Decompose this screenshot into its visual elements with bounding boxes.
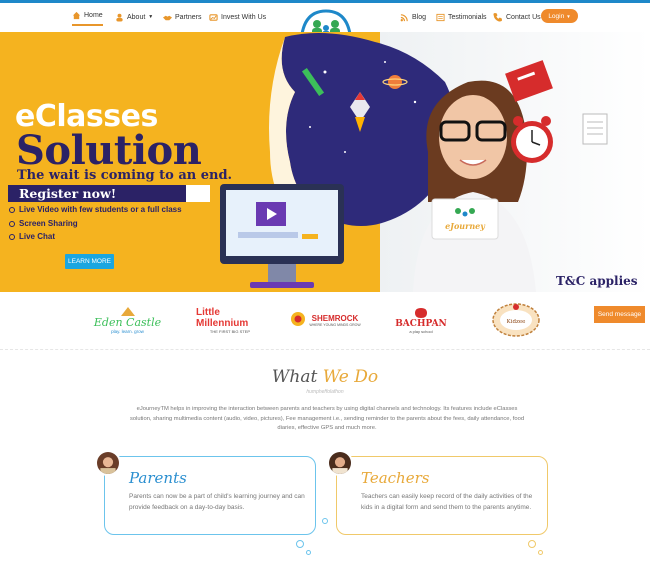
partner-logo-bachpan[interactable]: BACHPAN a play school [392,300,450,340]
decor-bubble [322,518,328,524]
section-tagline: humpheffolafhon [306,389,344,395]
hero-banner: eJourney eClasses Solution The wait is c… [0,32,650,292]
feature-item: Live Chat [9,232,55,241]
nav-contact[interactable]: Contact Us [492,8,541,26]
nav-blog-label: Blog [412,13,427,21]
partner-logo-little-millennium[interactable]: Little Millennium THE FIRST BIG STEP [196,300,264,340]
decor-bubble [296,540,304,548]
nav-about-label: About [127,13,146,21]
badge-logo: Kidzee [492,303,540,337]
teacher-avatar [327,450,353,476]
login-button[interactable]: Login ▼ [541,9,578,23]
feature-label: Live Chat [19,232,56,241]
learn-more-button[interactable]: LEARN MORE [65,254,114,269]
card-text: Parents can now be a part of child's lea… [129,493,305,511]
hero-title-line2: Solution [16,127,202,174]
clock-icon [511,116,553,163]
partner-name: BACHPAN [395,318,447,329]
register-label: Register now! [19,186,117,201]
decor-bubble [528,540,536,548]
partner-logo-eden-castle[interactable]: Eden Castle play. learn. grow [90,300,165,340]
rss-icon [400,13,408,21]
section-title-word2: We Do [322,367,379,387]
card-logo-text: eJourney [445,221,486,231]
partner-name: Kidzee [507,319,526,325]
partners-strip: Eden Castle play. learn. grow Little Mil… [0,292,650,350]
feature-item: Live Video with few students or a full c… [9,205,182,214]
user-icon [116,13,123,22]
home-icon [72,11,81,19]
flower-icon [291,312,305,326]
what-we-do-section: What We Do humpheffolafhon eJourneyTM he… [0,350,650,570]
nav-blog[interactable]: Blog [400,8,426,26]
feature-label: Screen Sharing [19,219,78,228]
ejourney-card: eJourney [431,198,499,240]
partner-name: Eden Castle [93,316,162,329]
nav-invest-label: Invest With Us [221,13,267,21]
nav-about[interactable]: About ▼ [115,8,153,26]
login-label: Login [548,12,565,20]
top-navigation: Home About ▼ Partners Invest With Us eJo… [0,3,650,50]
handshake-icon [163,15,172,20]
phone-icon [493,12,502,22]
invest-icon [209,13,218,21]
register-tail [186,185,210,202]
circle-bullet-icon [9,220,15,227]
book-icon [505,60,553,102]
partner-tagline: play. learn. grow [111,329,144,334]
send-message-button[interactable]: Send message [594,306,645,323]
section-description: eJourneyTM helps in improving the intera… [129,406,525,431]
feature-label: Live Video with few students or a full c… [19,205,182,214]
monitor-illustration [220,184,344,288]
testimonials-icon [436,13,445,21]
parents-card: Parents Parents can now be a part of chi… [104,456,316,535]
castle-icon [120,307,135,316]
register-banner[interactable]: Register now! [8,185,210,202]
section-title: What We Do [0,367,650,387]
bachpan-emblem-icon [415,307,427,318]
caret-down-icon: ▼ [566,13,571,19]
decor-bubble [538,550,543,555]
parent-avatar [95,450,121,476]
feature-item: Screen Sharing [9,219,78,228]
nav-contact-label: Contact Us [506,13,541,21]
card-text: Teachers can easily keep record of the d… [361,493,533,511]
decor-bubble [306,550,311,555]
nav-partners[interactable]: Partners [163,8,201,26]
nav-testimonials-label: Testimonials [448,13,487,21]
nav-partners-label: Partners [175,13,202,21]
card-title: Parents [129,469,187,487]
nav-testimonials[interactable]: Testimonials [436,8,487,26]
notepad-icon [582,113,608,145]
partner-tagline: a play school [409,328,433,334]
hero-subtitle: The wait is coming to an end. [17,168,233,183]
partner-name: Little Millennium [196,306,249,329]
nav-home-label: Home [84,11,103,19]
circle-bullet-icon [9,233,15,240]
card-title: Teachers [361,469,430,487]
partner-tagline: THE FIRST BIG STEP [209,328,251,334]
section-title-word1: What [271,367,318,387]
nav-home[interactable]: Home [72,8,103,26]
nav-invest[interactable]: Invest With Us [209,8,266,26]
partner-logo-shemrock[interactable]: SHEMROCK WHERE YOUNG MINDS GROW [285,300,365,340]
teachers-card: Teachers Teachers can easily keep record… [336,456,548,535]
partner-logo-kidzee[interactable]: Kidzee [488,300,544,340]
circle-bullet-icon [9,206,15,213]
caret-down-icon: ▼ [148,14,154,20]
tc-label: T&C applies [556,274,638,288]
